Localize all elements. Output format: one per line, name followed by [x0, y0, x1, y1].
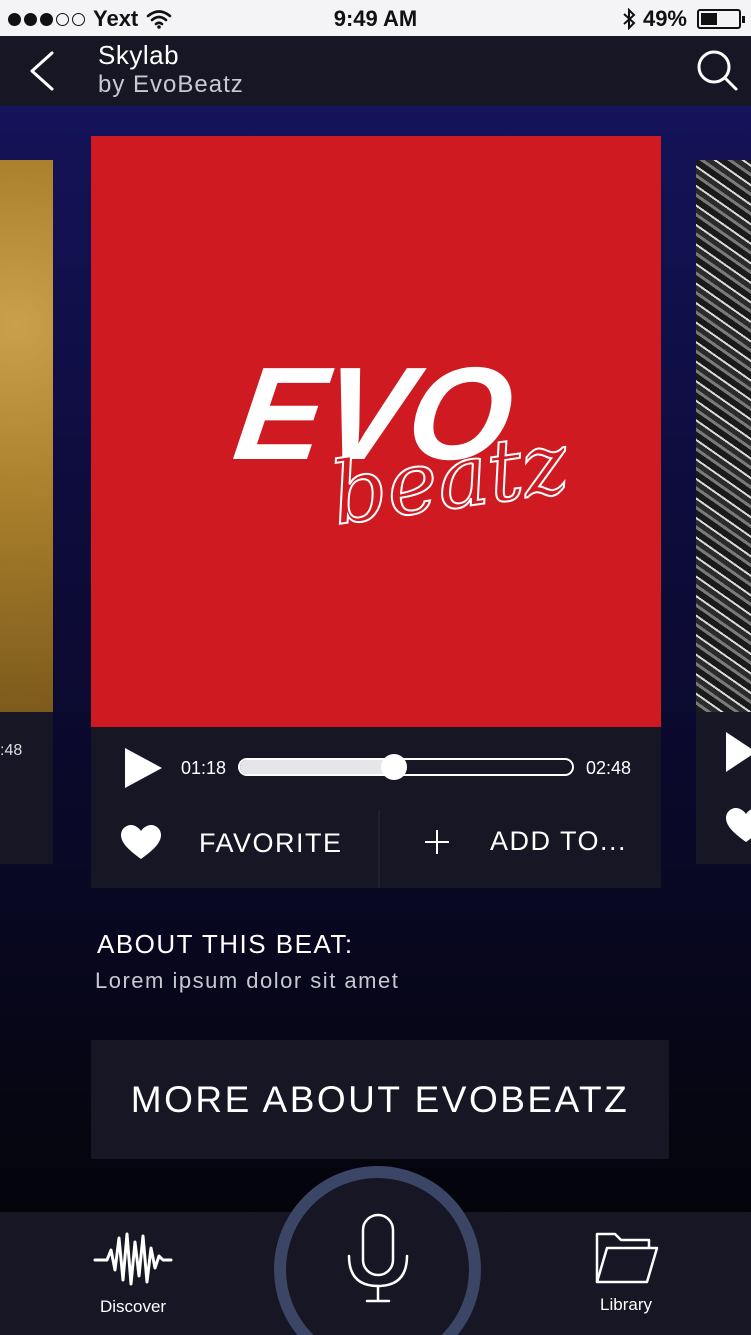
next-album-art[interactable]: [696, 160, 751, 712]
current-time: 01:18: [181, 758, 227, 778]
plus-icon: [425, 829, 449, 854]
next-heart-icon[interactable]: [726, 808, 751, 844]
nav-bar: Skylab by EvoBeatz: [0, 36, 751, 106]
battery-percent: 49%: [642, 6, 687, 31]
favorite-label: FAVORITE: [199, 827, 343, 858]
next-play-icon[interactable]: [726, 732, 751, 772]
status-bar: Yext 9:49 AM 49%: [0, 0, 751, 36]
status-right: 49%: [621, 6, 745, 32]
tab-discover[interactable]: Discover: [73, 1212, 193, 1335]
album-art[interactable]: EVO beatz: [91, 136, 661, 727]
battery-fill: [701, 13, 717, 25]
track-title: Skylab: [98, 40, 180, 70]
microphone-icon[interactable]: [345, 1212, 411, 1306]
favorite-button[interactable]: FAVORITE: [121, 825, 343, 861]
total-time: 02:48: [585, 758, 631, 778]
back-chevron-icon[interactable]: [24, 50, 64, 92]
player-controls: 01:18 02:48 FAVORITE ADD TO...: [91, 727, 661, 888]
play-icon[interactable]: [123, 747, 163, 789]
search-icon[interactable]: [695, 48, 739, 92]
add-to-button[interactable]: ADD TO...: [424, 826, 627, 857]
progress-knob[interactable]: [380, 754, 407, 780]
about-text: Lorem ipsum dolor sit amet: [95, 968, 400, 993]
previous-card-time: :48: [0, 742, 23, 759]
heart-icon: [121, 825, 161, 859]
more-about-button[interactable]: MORE ABOUT EVOBEATZ: [91, 1040, 669, 1159]
folder-icon: [595, 1232, 659, 1284]
divider: [378, 810, 380, 888]
previous-card-controls: [0, 712, 53, 864]
battery-icon: [697, 9, 745, 29]
previous-album-art[interactable]: [0, 160, 53, 712]
progress-fill: [240, 760, 395, 774]
bluetooth-icon: [623, 8, 636, 30]
track-artist: by EvoBeatz: [98, 71, 244, 98]
tab-library[interactable]: Library: [566, 1212, 686, 1335]
waveform-icon: [93, 1232, 173, 1286]
screen: Yext 9:49 AM 49% Skylab by EvoBeatz:48 …: [0, 0, 751, 1335]
tab-discover-label: Discover: [99, 1297, 167, 1316]
next-card-controls: [696, 712, 751, 864]
about-title: ABOUT THIS BEAT:: [97, 929, 354, 959]
add-to-label: ADD TO...: [490, 826, 628, 856]
tab-library-label: Library: [600, 1295, 652, 1314]
